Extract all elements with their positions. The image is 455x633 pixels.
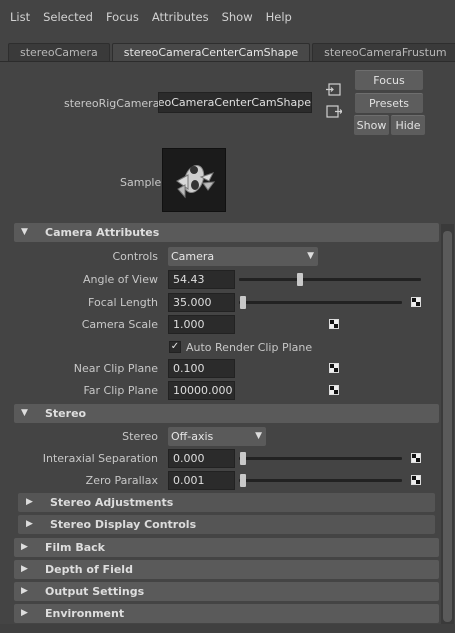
rig-camera-label: stereoRigCamera: — [64, 97, 164, 110]
expand-right-icon: ▶ — [26, 519, 33, 529]
presets-button[interactable]: Presets — [355, 93, 423, 113]
expand-right-icon: ▶ — [26, 497, 33, 507]
hide-button[interactable]: Hide — [391, 115, 425, 135]
output-settings-title: Output Settings — [45, 585, 145, 598]
focus-input-icon[interactable] — [326, 83, 342, 97]
stereo-label: Stereo — [122, 430, 158, 443]
tab-stereo-camera[interactable]: stereoCamera — [8, 43, 110, 62]
tab-stereo-camera-frustum[interactable]: stereoCameraFrustum — [312, 43, 455, 62]
zero-parallax-slider-track[interactable] — [239, 479, 402, 482]
stereo-mode-value: Off-axis — [171, 430, 214, 443]
menu-focus[interactable]: Focus — [106, 10, 139, 24]
controls-label: Controls — [112, 250, 159, 263]
camera-attributes-section[interactable]: ▼ Camera Attributes — [14, 223, 439, 242]
auto-render-clip-label: Auto Render Clip Plane — [186, 341, 313, 354]
menu-selected[interactable]: Selected — [43, 10, 93, 24]
interaxial-label: Interaxial Separation — [42, 452, 158, 465]
focus-button[interactable]: Focus — [355, 70, 423, 90]
show-button[interactable]: Show — [354, 115, 389, 135]
zero-parallax-label: Zero Parallax — [85, 474, 158, 487]
interaxial-slider-track[interactable] — [239, 457, 402, 460]
sample-label: Sample — [120, 176, 162, 189]
near-clip-map-icon[interactable] — [329, 363, 339, 373]
chevron-down-icon: ▼ — [255, 431, 262, 441]
tab-stereo-camera-center-cam-shape[interactable]: stereoCameraCenterCamShape — [111, 43, 311, 62]
focal-length-map-icon[interactable] — [411, 297, 421, 307]
focal-length-field[interactable]: 35.000 — [168, 293, 235, 312]
zero-parallax-field[interactable]: 0.001 — [168, 471, 235, 490]
camera-scale-map-icon[interactable] — [329, 319, 339, 329]
stereo-camera-icon — [176, 164, 216, 199]
tab-divider — [0, 61, 455, 62]
expand-right-icon: ▶ — [21, 542, 28, 552]
film-back-title: Film Back — [45, 541, 105, 554]
zero-parallax-map-icon[interactable] — [411, 475, 421, 485]
far-clip-field[interactable]: 10000.000 — [168, 381, 235, 400]
menu-show[interactable]: Show — [222, 10, 253, 24]
camera-attributes-title: Camera Attributes — [45, 226, 160, 239]
controls-value: Camera — [171, 250, 215, 263]
menu-list[interactable]: List — [10, 10, 30, 24]
focal-length-label: Focal Length — [88, 296, 158, 309]
environment-section[interactable]: ▶ Environment — [14, 604, 439, 623]
controls-dropdown[interactable]: Camera ▼ — [168, 247, 318, 266]
chevron-down-icon: ▼ — [307, 251, 314, 261]
focal-length-slider-track[interactable] — [239, 301, 402, 304]
camera-scale-label: Camera Scale — [81, 318, 158, 331]
node-name-field[interactable]: stereoCameraCenterCamShape — [158, 92, 312, 113]
expand-right-icon: ▶ — [21, 608, 28, 618]
expand-right-icon: ▶ — [21, 586, 28, 596]
interaxial-slider-handle[interactable] — [240, 452, 246, 465]
zero-parallax-slider-handle[interactable] — [240, 474, 246, 487]
angle-of-view-slider-handle[interactable] — [297, 273, 303, 286]
stereo-adjustments-title: Stereo Adjustments — [50, 496, 174, 509]
interaxial-map-icon[interactable] — [411, 453, 421, 463]
camera-scale-field[interactable]: 1.000 — [168, 315, 235, 334]
depth-of-field-title: Depth of Field — [45, 563, 133, 576]
stereo-display-controls-title: Stereo Display Controls — [50, 518, 197, 531]
stereo-mode-dropdown[interactable]: Off-axis ▼ — [168, 427, 266, 446]
expand-down-icon: ▼ — [21, 227, 28, 237]
stereo-display-controls-section[interactable]: ▶ Stereo Display Controls — [18, 515, 435, 534]
focus-output-icon[interactable] — [326, 105, 342, 119]
menu-attributes[interactable]: Attributes — [152, 10, 209, 24]
focal-length-slider-handle[interactable] — [240, 296, 246, 309]
output-settings-section[interactable]: ▶ Output Settings — [14, 582, 439, 601]
auto-render-clip-checkbox[interactable]: ✓ — [169, 341, 181, 353]
node-tabs: stereoCamera stereoCameraCenterCamShape … — [8, 43, 455, 62]
expand-right-icon: ▶ — [21, 564, 28, 574]
near-clip-label: Near Clip Plane — [73, 362, 158, 375]
resize-grip[interactable] — [0, 624, 455, 633]
stereo-section[interactable]: ▼ Stereo — [14, 404, 439, 423]
menu-bar: List Selected Focus Attributes Show Help — [0, 0, 455, 34]
angle-of-view-label: Angle of View — [82, 273, 158, 286]
menu-help[interactable]: Help — [266, 10, 292, 24]
stereo-adjustments-section[interactable]: ▶ Stereo Adjustments — [18, 493, 435, 512]
stereo-title: Stereo — [45, 407, 87, 420]
expand-down-icon: ▼ — [21, 408, 28, 418]
angle-of-view-slider-track[interactable] — [239, 278, 421, 281]
far-clip-label: Far Clip Plane — [83, 384, 158, 397]
angle-of-view-field[interactable]: 54.43 — [168, 270, 235, 289]
node-name-value: stereoCameraCenterCamShape — [158, 96, 311, 109]
scrollbar-thumb[interactable] — [443, 231, 452, 622]
near-clip-field[interactable]: 0.100 — [168, 359, 235, 378]
film-back-section[interactable]: ▶ Film Back — [14, 538, 439, 557]
far-clip-map-icon[interactable] — [329, 385, 339, 395]
depth-of-field-section[interactable]: ▶ Depth of Field — [14, 560, 439, 579]
sample-swatch — [162, 148, 226, 212]
environment-title: Environment — [45, 607, 125, 620]
interaxial-field[interactable]: 0.000 — [168, 449, 235, 468]
